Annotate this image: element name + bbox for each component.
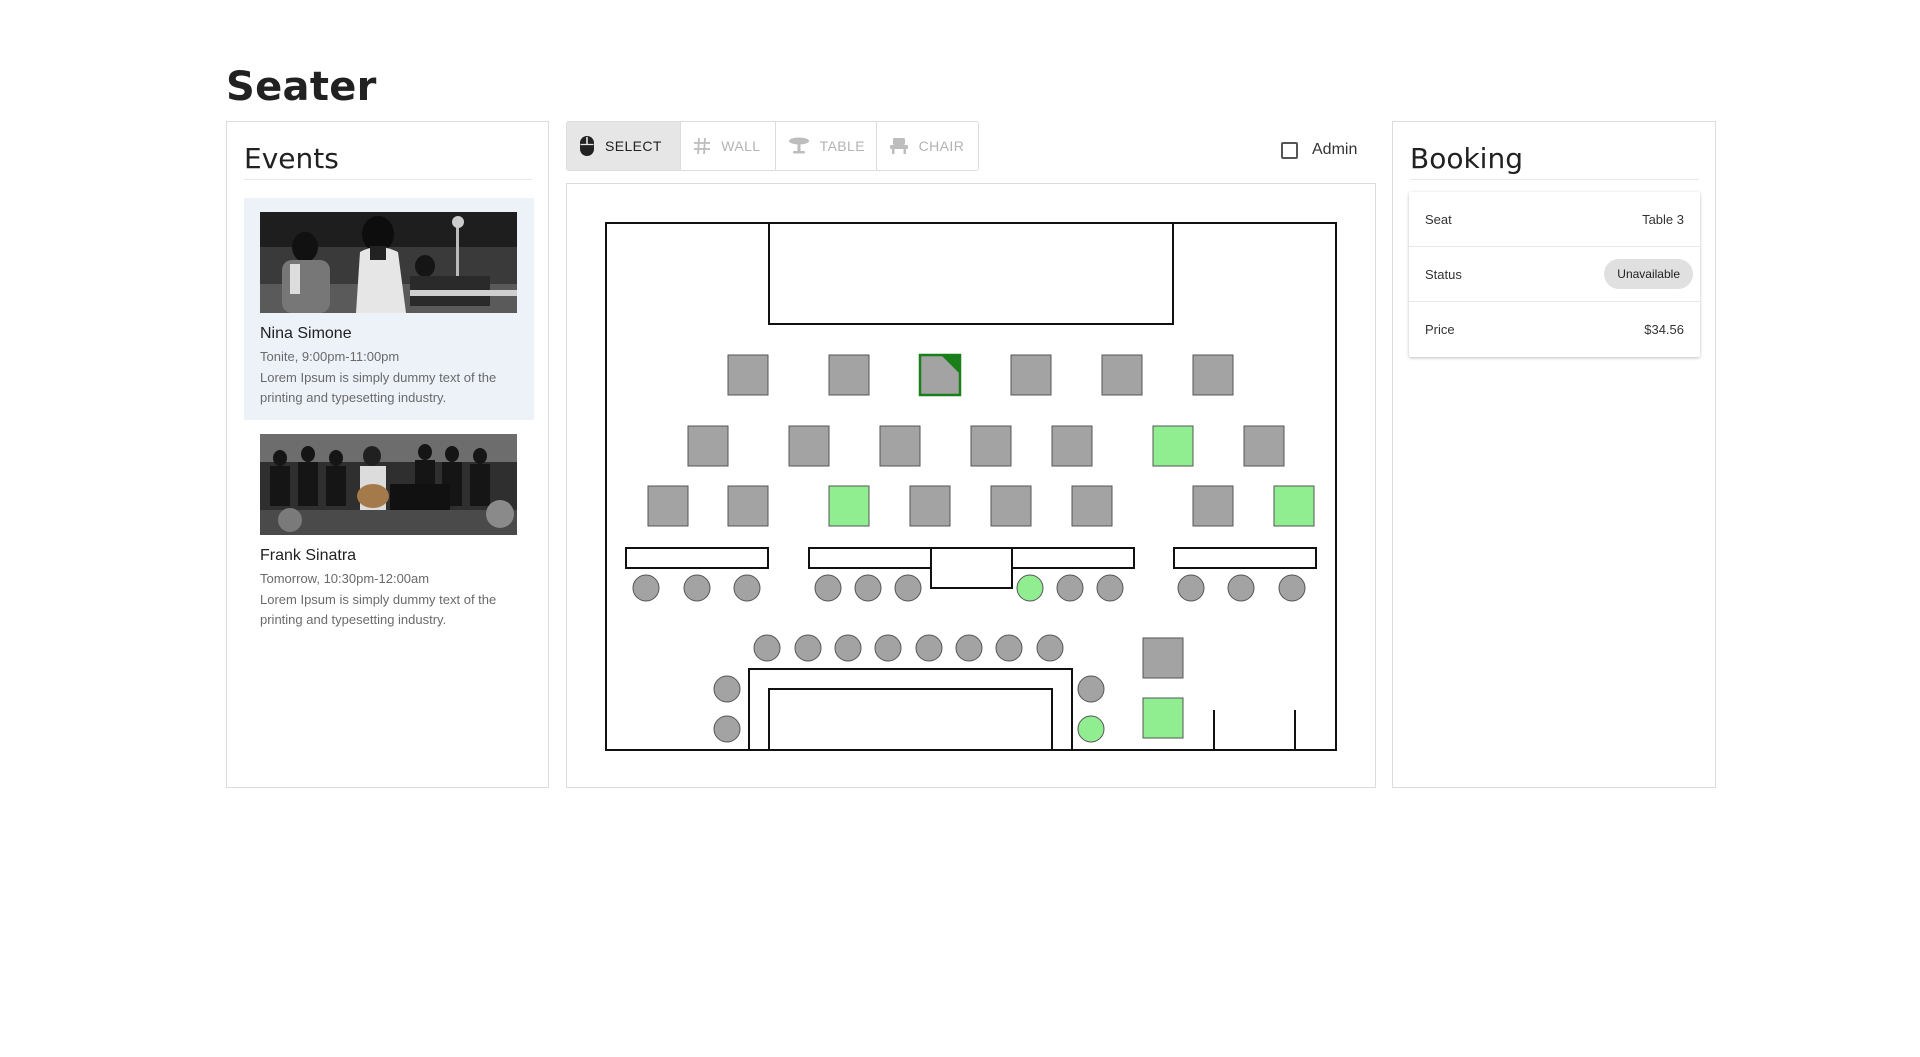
- status-badge: Unavailable: [1604, 259, 1693, 289]
- table: [1243, 425, 1285, 467]
- chair: [915, 634, 943, 662]
- table: [909, 485, 951, 527]
- chair: [753, 634, 781, 662]
- floorplan-canvas[interactable]: [567, 184, 1375, 787]
- counter-left: [625, 547, 769, 569]
- chair: [1036, 634, 1064, 662]
- price-value: $34.56: [1644, 322, 1684, 337]
- admin-toggle[interactable]: Admin: [1281, 141, 1357, 159]
- chair: [995, 634, 1023, 662]
- admin-label: Admin: [1312, 141, 1358, 158]
- counter-right: [1173, 547, 1317, 569]
- bar-inner: [768, 688, 1053, 750]
- stage: [768, 222, 1174, 325]
- chair: [814, 574, 842, 602]
- chair-available: [1077, 715, 1105, 743]
- chair: [1227, 574, 1255, 602]
- chair: [955, 634, 983, 662]
- table: [1192, 485, 1234, 527]
- chair: [794, 634, 822, 662]
- table-available: [1142, 697, 1184, 739]
- mouse-icon: [579, 135, 595, 157]
- seat-label: Seat: [1425, 211, 1452, 227]
- event-photo: [260, 212, 517, 313]
- app-title: Seater: [226, 64, 377, 110]
- hash-icon: [693, 137, 711, 155]
- bar-outer: [748, 668, 1073, 750]
- event-card-nina-simone[interactable]: Nina Simone Tonite, 9:00pm-11:00pm Lorem…: [244, 198, 534, 420]
- chair-tool-button[interactable]: CHAIR: [876, 122, 978, 170]
- divider: [1410, 179, 1699, 180]
- chair: [1056, 574, 1084, 602]
- select-tool-button[interactable]: SELECT: [567, 122, 682, 170]
- event-photo: [260, 434, 517, 535]
- table-icon: [788, 137, 810, 155]
- chair: [632, 574, 660, 602]
- chair: [713, 675, 741, 703]
- table: [990, 485, 1032, 527]
- chair: [1278, 574, 1306, 602]
- chair: [874, 634, 902, 662]
- chair-available: [1016, 574, 1044, 602]
- table: [1142, 637, 1184, 679]
- table: [1051, 425, 1093, 467]
- chair: [733, 574, 761, 602]
- booking-row-seat: Seat Table 3: [1409, 192, 1700, 247]
- table-available: [828, 485, 870, 527]
- wall-tool-label: WALL: [721, 138, 761, 154]
- booking-panel: Booking Seat Table 3 Status Unavailable …: [1392, 121, 1716, 788]
- table-available: [1152, 425, 1194, 467]
- table: [879, 425, 921, 467]
- table: [970, 425, 1012, 467]
- table: [687, 425, 729, 467]
- table: [1071, 485, 1113, 527]
- status-label: Status: [1425, 266, 1462, 282]
- seat-value: Table 3: [1642, 211, 1684, 227]
- chair: [834, 634, 862, 662]
- chair: [1096, 574, 1124, 602]
- chair: [1177, 574, 1205, 602]
- wall-tool-button[interactable]: WALL: [681, 122, 776, 170]
- table-available: [1273, 485, 1315, 527]
- chair: [1077, 675, 1105, 703]
- table: [647, 485, 689, 527]
- event-description: Lorem Ipsum is simply dummy text of the …: [260, 592, 497, 627]
- counter-middle-left: [808, 547, 932, 569]
- table: [727, 485, 769, 527]
- table: [788, 425, 830, 467]
- chair-icon: [889, 137, 909, 155]
- chair: [713, 715, 741, 743]
- table: [727, 354, 769, 396]
- table-tool-label: TABLE: [819, 138, 865, 154]
- table: [1192, 354, 1234, 396]
- event-description: Lorem Ipsum is simply dummy text of the …: [260, 370, 497, 405]
- tool-bar: SELECT WALL TABLE CHAIR: [566, 121, 979, 171]
- table-tool-button[interactable]: TABLE: [775, 122, 877, 170]
- booking-title: Booking: [1410, 142, 1523, 175]
- event-card-frank-sinatra[interactable]: Frank Sinatra Tomorrow, 10:30pm-12:00am …: [244, 420, 534, 642]
- table: [828, 354, 870, 396]
- booking-row-status: Status Unavailable: [1409, 247, 1700, 302]
- chair-tool-label: CHAIR: [918, 138, 965, 154]
- divider: [244, 179, 532, 180]
- floorplan-panel: [566, 183, 1376, 788]
- price-label: Price: [1425, 322, 1455, 337]
- booking-row-price: Price $34.56: [1409, 302, 1700, 357]
- table: [1101, 354, 1143, 396]
- events-panel: Events Nina Simone Tonite, 9:00pm-11:00p…: [226, 121, 549, 788]
- event-name: Frank Sinatra: [260, 547, 357, 564]
- counter-middle-block: [930, 547, 1013, 589]
- chair: [894, 574, 922, 602]
- event-time: Tomorrow, 10:30pm-12:00am: [260, 571, 430, 586]
- chair: [683, 574, 711, 602]
- table: [1010, 354, 1052, 396]
- booking-details-card: Seat Table 3 Status Unavailable Price $3…: [1409, 192, 1700, 357]
- chair: [854, 574, 882, 602]
- events-title: Events: [244, 142, 339, 175]
- event-time: Tonite, 9:00pm-11:00pm: [260, 349, 400, 364]
- select-tool-label: SELECT: [605, 138, 662, 154]
- counter-middle-right: [1011, 547, 1135, 569]
- event-name: Nina Simone: [260, 325, 352, 342]
- admin-checkbox[interactable]: [1281, 141, 1298, 159]
